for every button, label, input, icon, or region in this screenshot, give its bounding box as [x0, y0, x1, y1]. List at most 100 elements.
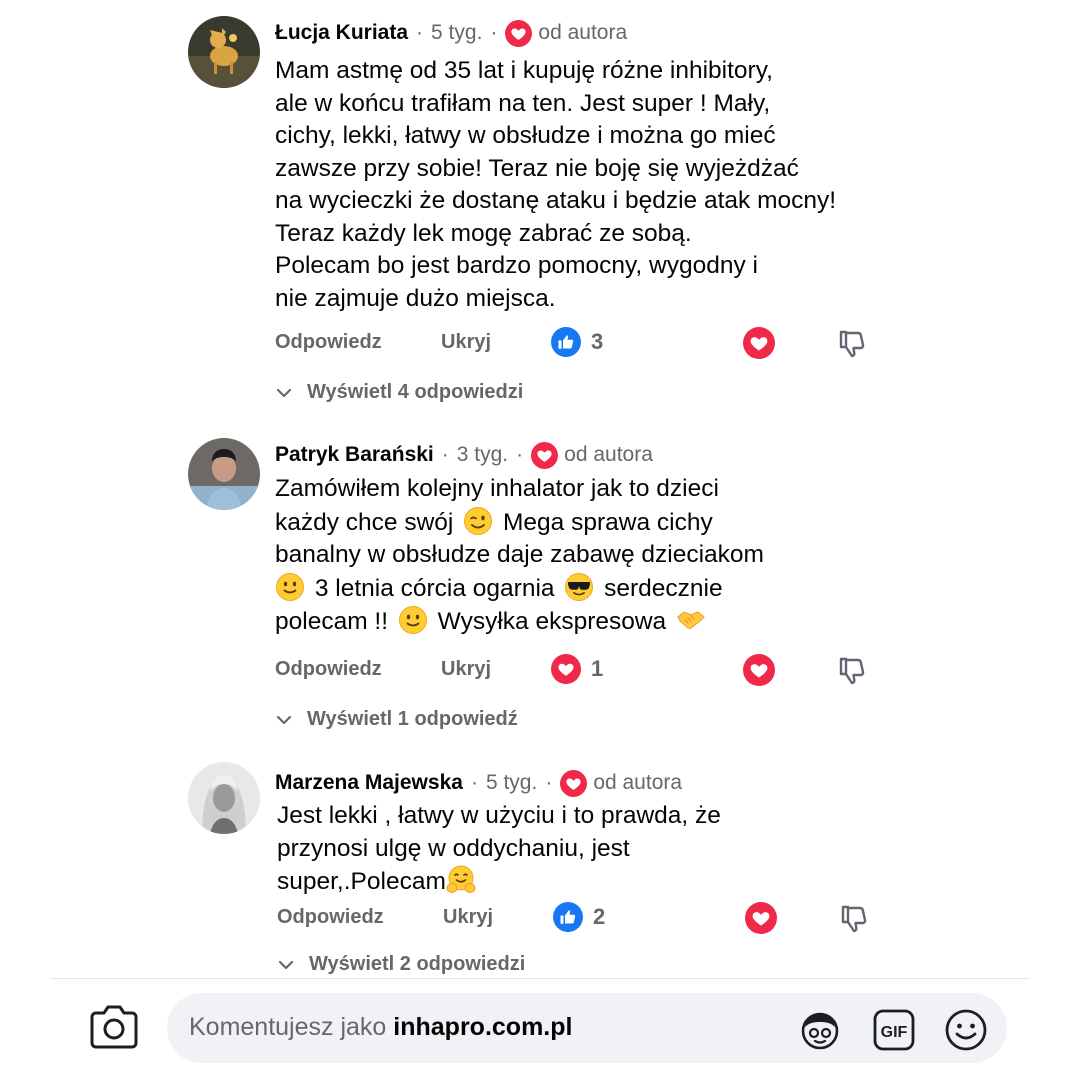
- comment-input-placeholder: Komentujesz jako inhapro.com.pl: [189, 1013, 572, 1042]
- author-name[interactable]: Łucja Kuriata: [275, 21, 408, 45]
- author-heart-icon[interactable]: [745, 902, 777, 934]
- text-line: Teraz każdy lek mogę zabrać ze sobą.: [275, 219, 692, 247]
- placeholder-prefix: Komentujesz jako: [189, 1013, 387, 1041]
- chevron-down-icon: [278, 960, 294, 969]
- author-name[interactable]: Marzena Majewska: [275, 771, 463, 795]
- like-icon: [551, 327, 581, 357]
- reaction-count: 2: [593, 904, 606, 929]
- author-heart-icon[interactable]: [743, 327, 775, 359]
- winking-face-icon: [464, 506, 493, 535]
- text-line: cichy, lekki, łatwy w obsłudze i można g…: [275, 122, 776, 149]
- text-line: ale w końcu trafiłam na ten. Jest super …: [275, 89, 771, 117]
- avatar[interactable]: [188, 438, 260, 510]
- reaction-summary[interactable]: 1: [551, 654, 603, 684]
- comment-composer: Komentujesz jako inhapro.com.pl GIF: [50, 978, 1030, 1080]
- comment-text: Jest lekki , łatwy w użyciu i to prawda,…: [277, 800, 897, 899]
- reaction-count: 1: [591, 656, 604, 681]
- commenting-account: inhapro.com.pl: [393, 1013, 573, 1041]
- reaction-count: 3: [591, 329, 604, 354]
- hide-button[interactable]: Ukryj: [441, 658, 491, 681]
- text-line: przynosi ulgę w oddychaniu, jest: [277, 834, 630, 862]
- slightly-smiling-face-icon: [276, 572, 304, 601]
- view-replies-button[interactable]: Wyświetl 4 odpowiedzi: [275, 381, 523, 404]
- text-line: na wycieczki że dostanę ataku i będzie a…: [275, 187, 837, 214]
- camera-icon[interactable]: [88, 1003, 140, 1051]
- heart-icon: [560, 769, 588, 797]
- reply-button[interactable]: Odpowiedz: [275, 658, 382, 681]
- reaction-summary[interactable]: 2: [553, 902, 605, 932]
- separator-dot: ·: [416, 21, 424, 44]
- comment-actions: Odpowiedz Ukryj 1: [275, 654, 875, 688]
- hugging-face-icon: [446, 865, 476, 893]
- comment-input[interactable]: Komentujesz jako inhapro.com.pl GIF: [167, 993, 1007, 1063]
- chevron-down-icon: [276, 388, 292, 397]
- like-icon: [553, 902, 583, 932]
- comment-actions: Odpowiedz Ukryj 2: [277, 902, 877, 936]
- dislike-icon[interactable]: [835, 327, 869, 361]
- love-icon: [551, 654, 581, 684]
- separator-dot: ·: [516, 443, 524, 466]
- text-line: super,.Polecam: [277, 865, 897, 899]
- author-name[interactable]: Patryk Barański: [275, 443, 434, 467]
- text-line: zawsze przy sobie! Teraz nie boję się wy…: [275, 154, 799, 182]
- comments-page: Łucja Kuriata · 5 tyg. · od autora Mam a…: [0, 0, 1080, 1080]
- separator-dot: ·: [545, 771, 553, 794]
- text-line: Polecam bo jest bardzo pomocny, wygodny …: [275, 252, 758, 279]
- comment-header: Łucja Kuriata · 5 tyg. · od autora: [275, 18, 627, 48]
- text-line: banalny w obsłudze daje zabawę dzieciako…: [275, 541, 764, 568]
- avatar[interactable]: [188, 16, 260, 88]
- text-segment: polecam !!: [275, 608, 389, 635]
- svg-text:GIF: GIF: [881, 1024, 908, 1041]
- dislike-icon[interactable]: [835, 654, 869, 688]
- emoji-icon[interactable]: [943, 1007, 989, 1053]
- separator-dot: ·: [490, 21, 498, 44]
- heart-icon: [505, 19, 533, 47]
- handshake-icon: [677, 611, 705, 630]
- author-badge: od autora: [593, 771, 683, 794]
- comment-text: Mam astmę od 35 lat i kupuję różne inhib…: [275, 55, 895, 315]
- chevron-down-icon: [276, 715, 292, 724]
- view-replies-label: Wyświetl 1 odpowiedź: [307, 708, 518, 730]
- view-replies-button[interactable]: Wyświetl 2 odpowiedzi: [277, 953, 525, 976]
- view-replies-label: Wyświetl 4 odpowiedzi: [307, 381, 524, 403]
- comment-header: Patryk Barański · 3 tyg. · od autora: [275, 440, 653, 470]
- text-line: 3 letnia córcia ogarnia serdecznie: [275, 572, 895, 606]
- text-segment: super,.Polecam: [277, 868, 446, 895]
- heart-icon: [531, 441, 559, 469]
- text-segment: serdecznie: [604, 574, 723, 602]
- hide-button[interactable]: Ukryj: [443, 906, 493, 929]
- separator-dot: ·: [470, 771, 478, 794]
- avatar[interactable]: [188, 762, 260, 834]
- gif-icon[interactable]: GIF: [871, 1007, 917, 1053]
- view-replies-button[interactable]: Wyświetl 1 odpowiedź: [275, 708, 518, 731]
- text-line: Mam astmę od 35 lat i kupuję różne inhib…: [275, 57, 773, 84]
- text-line: nie zajmuje dużo miejsca.: [275, 284, 556, 312]
- author-badge: od autora: [538, 21, 628, 44]
- text-line: Jest lekki , łatwy w użyciu i to prawda,…: [277, 802, 721, 829]
- timestamp[interactable]: 5 tyg.: [431, 21, 482, 45]
- text-segment: 3 letnia córcia ogarnia: [314, 574, 555, 602]
- reply-button[interactable]: Odpowiedz: [275, 331, 382, 354]
- view-replies-label: Wyświetl 2 odpowiedzi: [309, 953, 526, 975]
- comment-header: Marzena Majewska · 5 tyg. · od autora: [275, 768, 682, 798]
- author-badge: od autora: [564, 443, 653, 466]
- text-line: każdy chce swój Mega sprawa cichy: [275, 506, 895, 540]
- reply-button[interactable]: Odpowiedz: [277, 906, 384, 929]
- timestamp[interactable]: 5 tyg.: [486, 771, 537, 795]
- hide-button[interactable]: Ukryj: [441, 331, 491, 354]
- separator-dot: ·: [441, 443, 449, 466]
- comment-text: Zamówiłem kolejny inhalator jak to dziec…: [275, 473, 895, 639]
- author-heart-icon[interactable]: [743, 654, 775, 686]
- timestamp[interactable]: 3 tyg.: [457, 443, 508, 467]
- avatar-sticker-icon[interactable]: [797, 1007, 843, 1053]
- slightly-smiling-face-icon: [398, 606, 427, 634]
- text-segment: każdy chce swój: [275, 508, 454, 536]
- comment-actions: Odpowiedz Ukryj 3: [275, 327, 875, 361]
- smiling-face-with-sunglasses-icon: [565, 572, 594, 601]
- dislike-icon[interactable]: [837, 902, 871, 936]
- text-segment: Wysyłka ekspresowa: [437, 608, 667, 635]
- reaction-summary[interactable]: 3: [551, 327, 603, 357]
- text-line: polecam !! Wysyłka ekspresowa: [275, 605, 895, 639]
- text-line: Zamówiłem kolejny inhalator jak to dziec…: [275, 475, 719, 502]
- text-segment: Mega sprawa cichy: [503, 508, 713, 536]
